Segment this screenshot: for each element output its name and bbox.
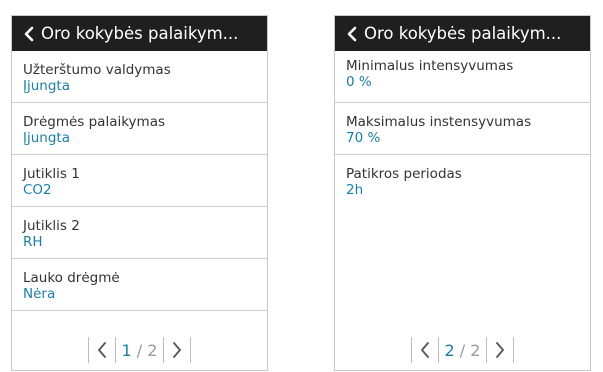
setting-value: 2h [346, 182, 364, 198]
panel-header: Oro kokybės palaikym... [335, 16, 590, 51]
total-pages: 2 [470, 340, 481, 360]
setting-item-pollution-control[interactable]: Užterštumo valdymas Įjungta [12, 51, 267, 103]
next-page-button[interactable] [164, 337, 190, 363]
pagination: 2 / 2 [335, 330, 590, 370]
chevron-left-icon[interactable] [344, 26, 360, 42]
setting-value: Įjungta [23, 78, 70, 94]
setting-item-sensor-2[interactable]: Jutiklis 2 RH [12, 207, 267, 259]
setting-label: Minimalus intensyvumas [346, 58, 514, 74]
setting-item-sensor-1[interactable]: Jutiklis 1 CO2 [12, 155, 267, 207]
prev-page-button[interactable] [89, 337, 115, 363]
setting-label: Užterštumo valdymas [23, 62, 171, 78]
total-pages: 2 [147, 340, 158, 360]
chevron-right-icon [496, 342, 505, 358]
setting-label: Patikros periodas [346, 166, 462, 182]
setting-value: Nėra [23, 286, 56, 302]
setting-value: Įjungta [23, 130, 70, 146]
setting-value: CO2 [23, 182, 52, 198]
pagination: 1 / 2 [12, 330, 267, 370]
chevron-left-icon [97, 342, 106, 358]
pager-divider [190, 337, 192, 363]
panel-header: Oro kokybės palaikym... [12, 16, 267, 51]
panel-title: Oro kokybės palaikym... [364, 24, 562, 43]
setting-item-check-period[interactable]: Patikros periodas 2h [335, 155, 590, 207]
pager-divider [513, 337, 515, 363]
setting-label: Drėgmės palaikymas [23, 114, 166, 130]
page-separator: / [136, 340, 143, 360]
setting-item-min-intensity[interactable]: Minimalus intensyvumas 0 % [335, 51, 590, 103]
settings-panel-page-1: Oro kokybės palaikym... Užterštumo valdy… [11, 15, 268, 371]
setting-item-max-intensity[interactable]: Maksimalus instensyvumas 70 % [335, 103, 590, 155]
setting-label: Jutiklis 1 [23, 166, 80, 182]
page-indicator: 2 / 2 [439, 341, 487, 360]
setting-label: Lauko drėgmė [23, 270, 120, 286]
page-indicator: 1 / 2 [116, 341, 164, 360]
chevron-left-icon[interactable] [21, 26, 37, 42]
prev-page-button[interactable] [412, 337, 438, 363]
next-page-button[interactable] [487, 337, 513, 363]
chevron-right-icon [173, 342, 182, 358]
current-page: 1 [121, 340, 132, 360]
setting-value: 0 % [346, 74, 372, 90]
setting-value: RH [23, 234, 43, 250]
setting-value: 70 % [346, 130, 381, 146]
panel-title: Oro kokybės palaikym... [41, 24, 239, 43]
page-separator: / [459, 340, 466, 360]
setting-item-outdoor-humidity[interactable]: Lauko drėgmė Nėra [12, 259, 267, 311]
setting-item-humidity-control[interactable]: Drėgmės palaikymas Įjungta [12, 103, 267, 155]
current-page: 2 [444, 340, 455, 360]
settings-panel-page-2: Oro kokybės palaikym... Minimalus intens… [334, 15, 591, 371]
setting-label: Jutiklis 2 [23, 218, 80, 234]
chevron-left-icon [420, 342, 429, 358]
setting-label: Maksimalus instensyvumas [346, 114, 532, 130]
